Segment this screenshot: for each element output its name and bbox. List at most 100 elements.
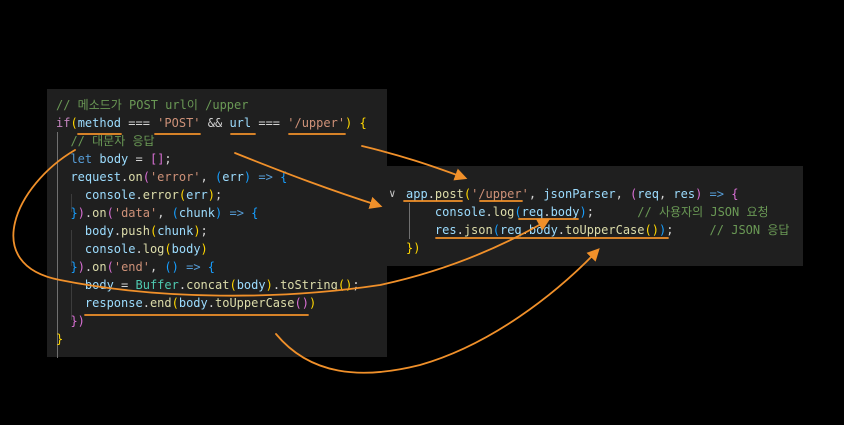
code-token: (): [337, 278, 353, 292]
code-token: ): [207, 188, 215, 202]
code-token: app: [406, 187, 428, 201]
code-token: (: [178, 188, 187, 202]
code-token: (: [70, 116, 78, 130]
code-token: (: [492, 223, 500, 237]
code-token: url: [229, 116, 252, 130]
code-token: log: [142, 242, 165, 256]
code-token: 'end': [113, 260, 150, 274]
code-token: toString: [280, 278, 338, 292]
code-token: post: [434, 187, 464, 201]
code-token: .: [178, 278, 187, 292]
code-token: on: [92, 206, 107, 220]
code-token: ): [308, 296, 317, 310]
code-token: ;: [352, 278, 360, 292]
code-token: if: [56, 116, 71, 130]
code-line: console.error(err);: [56, 186, 222, 204]
code-token: body: [528, 223, 558, 237]
code-token: chunk: [178, 206, 216, 220]
code-token: let: [70, 152, 93, 166]
code-token: .: [207, 296, 215, 310]
code-token: push: [121, 224, 150, 238]
code-line: }).on('end', () => {: [56, 258, 215, 276]
code-line: request.on('error', (err) => {: [56, 168, 287, 186]
code-token: body: [99, 152, 129, 166]
code-line: }: [56, 330, 63, 348]
code-token: (: [171, 206, 179, 220]
code-token: ): [77, 206, 85, 220]
code-token: Buffer: [135, 278, 179, 292]
code-token: }: [70, 206, 78, 220]
code-token: }): [70, 314, 85, 328]
code-token: res: [673, 187, 696, 201]
code-token: err: [222, 170, 244, 184]
code-token: (: [106, 206, 114, 220]
code-token: on: [128, 170, 143, 184]
code-token: .: [272, 278, 281, 292]
code-token: {: [731, 187, 739, 201]
code-token: (: [514, 205, 522, 219]
code-token: .: [543, 205, 551, 219]
code-token: (): [644, 223, 659, 237]
code-token: .: [521, 223, 529, 237]
code-token: ,: [200, 170, 215, 184]
code-token: {: [207, 260, 216, 274]
code-token: }): [406, 241, 421, 255]
code-token: err: [186, 188, 208, 202]
code-token: error: [142, 188, 179, 202]
code-line: if(method === 'POST' && url === '/upper'…: [56, 114, 367, 132]
left-code-panel: // 메소드가 POST url이 /upper if(method === 'P…: [47, 89, 387, 358]
code-comment: // JSON 응답: [673, 223, 790, 237]
code-token: request: [70, 170, 122, 184]
code-line: // 메소드가 POST url이 /upper: [56, 96, 248, 114]
code-line: }): [56, 312, 85, 330]
code-token: req: [521, 205, 544, 219]
code-token: ): [193, 224, 201, 238]
right-code-panel: ∨ app.post('/upper', jsonParser, (req, r…: [387, 166, 803, 266]
code-token: ): [200, 242, 208, 256]
code-token: ;: [586, 205, 594, 219]
code-token: =: [113, 278, 136, 292]
code-line: console.log(body): [56, 240, 208, 258]
code-token: ,: [528, 187, 544, 201]
code-token: (: [463, 187, 472, 201]
code-token: &&: [200, 116, 230, 130]
code-token: req: [637, 187, 659, 201]
code-token: ): [265, 278, 273, 292]
code-token: =: [128, 152, 150, 166]
code-comment: // 사용자의 JSON 요청: [593, 205, 769, 219]
chevron-down-icon[interactable]: ∨: [389, 185, 396, 203]
code-token: req: [499, 223, 522, 237]
code-token: ;: [164, 152, 172, 166]
code-token: (): [294, 296, 309, 310]
code-line: res.json(req.body.toUpperCase()); // JSO…: [406, 221, 790, 239]
code-token: .: [557, 223, 566, 237]
code-line: body = Buffer.concat(body).toString();: [56, 276, 360, 294]
code-token: log: [492, 205, 515, 219]
code-token: =>: [229, 206, 244, 220]
code-token: console: [84, 242, 136, 256]
code-token: .: [113, 224, 122, 238]
code-token: body: [84, 224, 114, 238]
code-token: =>: [186, 260, 201, 274]
code-token: 'error': [149, 170, 201, 184]
code-token: jsonParser: [543, 187, 616, 201]
code-token: res: [434, 223, 457, 237]
code-token: (: [142, 170, 150, 184]
code-line: body.push(chunk);: [56, 222, 208, 240]
code-line: // 대문자 응답: [56, 132, 154, 150]
code-token: ;: [215, 188, 223, 202]
code-token: ;: [200, 224, 208, 238]
code-token: body: [171, 242, 201, 256]
code-token: ,: [615, 187, 631, 201]
code-token: ): [77, 260, 85, 274]
